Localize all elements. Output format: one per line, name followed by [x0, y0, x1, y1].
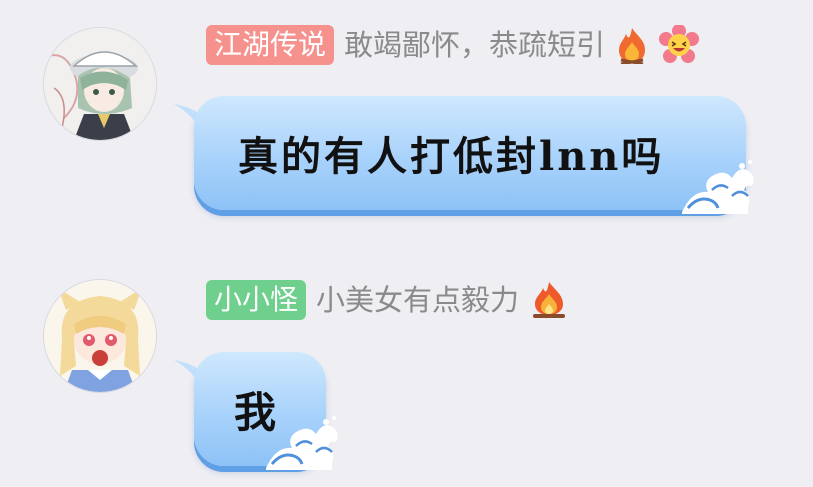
message-bubble[interactable]: 我: [194, 352, 338, 470]
sender-tag[interactable]: 江湖传说: [206, 25, 335, 65]
sender-title: 敢竭鄙怀，恭疏短引: [344, 28, 606, 62]
sender-tag[interactable]: 小小怪: [206, 280, 307, 320]
avatar[interactable]: [44, 28, 156, 140]
laughing-flower-icon: [659, 25, 700, 65]
wave-decoration-icon: [682, 160, 754, 214]
sender-row: 小小怪 小美女有点毅力: [206, 280, 569, 320]
sender-title: 小美女有点毅力: [316, 283, 520, 317]
message-bubble[interactable]: 真的有人打低封lnn吗: [194, 96, 754, 214]
sender-row: 江湖传说 敢竭鄙怀，恭疏短引: [206, 25, 700, 65]
avatar-image: [44, 280, 156, 392]
message-text: 真的有人打低封lnn吗: [238, 133, 665, 180]
avatar[interactable]: [44, 280, 156, 392]
wave-decoration-icon: [266, 416, 338, 470]
fire-icon: [615, 26, 649, 64]
avatar-image: [44, 28, 156, 140]
campfire-icon: [529, 280, 569, 320]
